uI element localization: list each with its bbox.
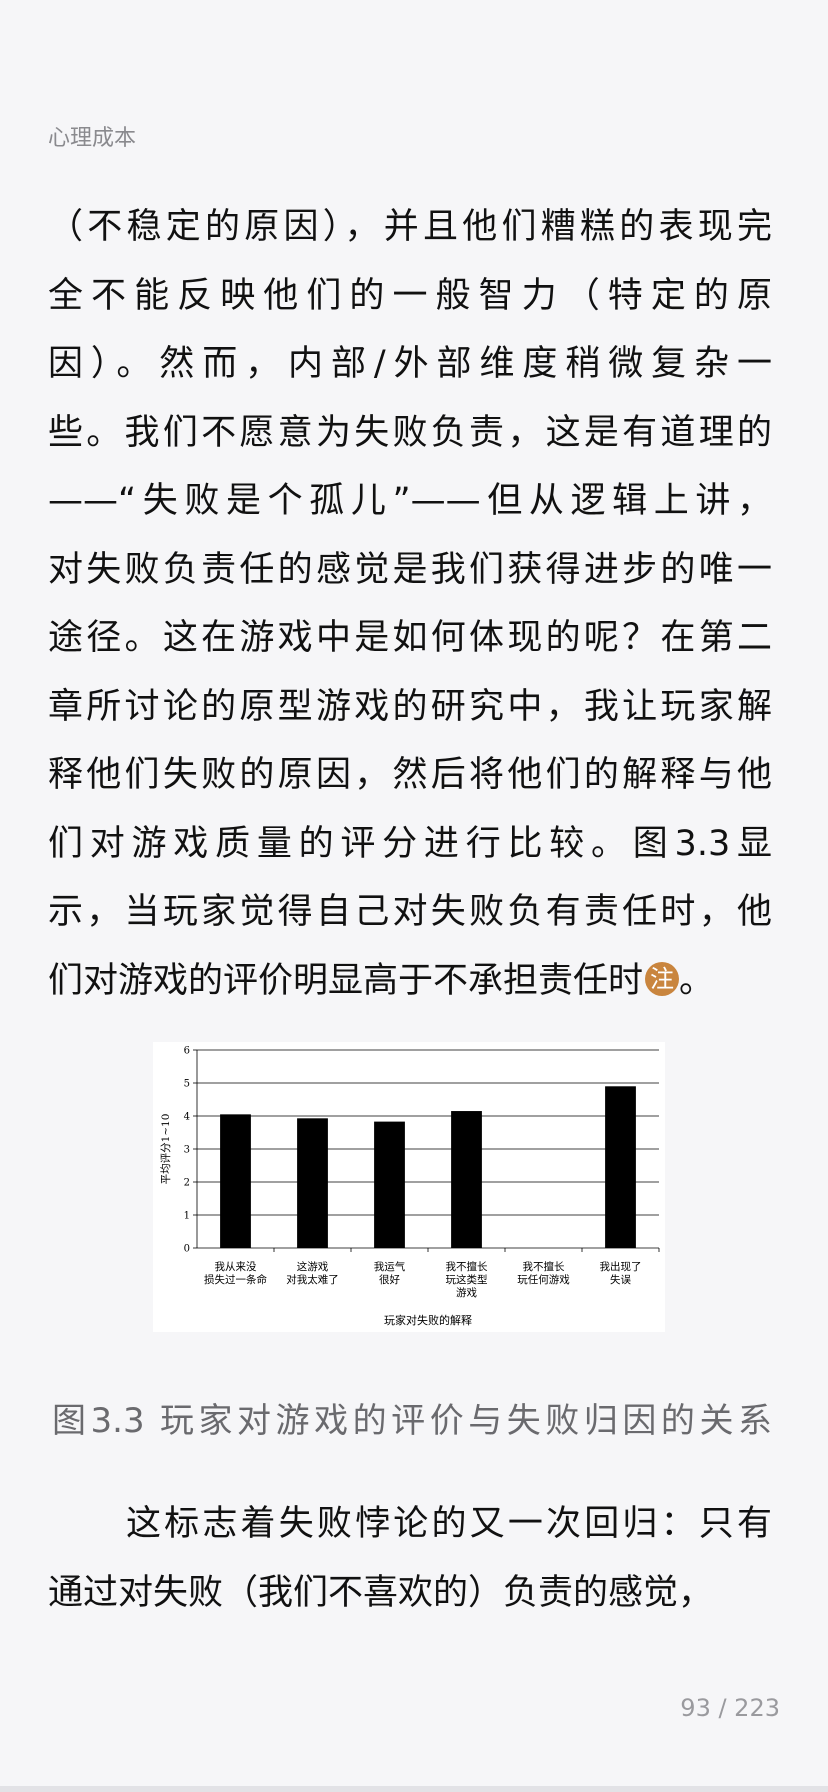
text-line-last: 们对游戏的评价明显高于不承担责任时注。 [48, 947, 772, 1016]
text-line: 这标志着失败悖论的又一次回归：只有 [126, 1504, 772, 1544]
y-tick-label: 0 [184, 1244, 190, 1255]
x-tick-label: 我不擅长玩任何游戏 [517, 1260, 570, 1286]
book-title: 心理成本 [48, 126, 137, 151]
paragraph-main: （不稳定的原因），并且他们糟糕的表现完 全不能反映他们的一般智力（特定的原 因）… [48, 193, 772, 1015]
bottom-edge-bar [0, 1786, 828, 1792]
x-tick-label: 我运气很好 [374, 1260, 406, 1286]
x-tick-label: 我出现了失误 [600, 1260, 642, 1286]
figure-3-3-chart[interactable]: 0 1 2 3 4 5 6 我从来没损失过一条命 这游戏对我太难了 我运气很好 我不擅长玩这类型游戏… [153, 1042, 665, 1332]
x-tick-label: 这游戏对我太难了 [286, 1260, 339, 1286]
page-indicator: 93 / 223 [680, 1694, 780, 1722]
bar-chart: 0 1 2 3 4 5 6 我从来没损失过一条命这游戏对我太难了 我运气很好 我不擅长玩这类型游戏… [160, 1046, 660, 1327]
text-line: 通过对失败（我们不喜欢的）负责的感觉， [48, 1572, 714, 1613]
x-axis-label: 玩家对失败的解释 [384, 1313, 472, 1327]
text-line-end-punct: 。 [679, 960, 715, 1001]
bar [220, 1114, 251, 1248]
bar [374, 1121, 405, 1248]
text-line: （不稳定的原因），并且他们糟糕的表现完 [48, 207, 772, 247]
text-line: 途径。这在游戏中是如何体现的呢？在第二 [48, 618, 772, 658]
footnote-marker[interactable]: 注 [645, 961, 680, 996]
y-axis-label: 平均评分1~10 [160, 1114, 172, 1185]
x-tick-label: 我从来没损失过一条命 [204, 1261, 267, 1286]
y-tick-label: 4 [184, 1112, 190, 1123]
figure-caption: 图3.3 玩家对游戏的评价与失败归因的关系 [52, 1401, 772, 1441]
text-line: 章所讨论的原型游戏的研究中，我让玩家解 [48, 686, 772, 727]
text-line: 因）。然而，内部/外部维度稍微复杂一 [48, 344, 772, 384]
bar [297, 1118, 328, 1248]
y-tick-label: 1 [184, 1211, 190, 1222]
text-line: 些。我们不愿意为失败负责，这是有道理的 [48, 412, 772, 453]
y-tick-label: 2 [184, 1178, 190, 1189]
text-line: 对失败负责任的感觉是我们获得进步的唯一 [48, 549, 772, 590]
y-tick-label: 3 [184, 1145, 190, 1156]
text-line: 示，当玩家觉得自己对失败负有责任时，他 [48, 892, 772, 932]
paragraph-next: 这标志着失败悖论的又一次回归：只有 通过对失败（我们不喜欢的）负责的感觉， [48, 1490, 772, 1627]
text-line: ——“失败是个孤儿”——但从逻辑上讲， [48, 481, 772, 521]
y-tick-label: 6 [184, 1046, 190, 1057]
bar [451, 1111, 482, 1248]
text-line: 释他们失败的原因，然后将他们的解释与他 [48, 755, 772, 795]
text-line-last-content: 们对游戏的评价明显高于不承担责任时 [48, 960, 644, 1001]
text-line: 全不能反映他们的一般智力（特定的原 [48, 275, 772, 316]
text-line: 们对游戏质量的评分进行比较。图3.3显 [48, 823, 772, 864]
x-tick-label: 我不擅长玩这类型游戏 [446, 1260, 488, 1299]
y-tick-label: 5 [184, 1079, 190, 1090]
bar [605, 1086, 636, 1248]
